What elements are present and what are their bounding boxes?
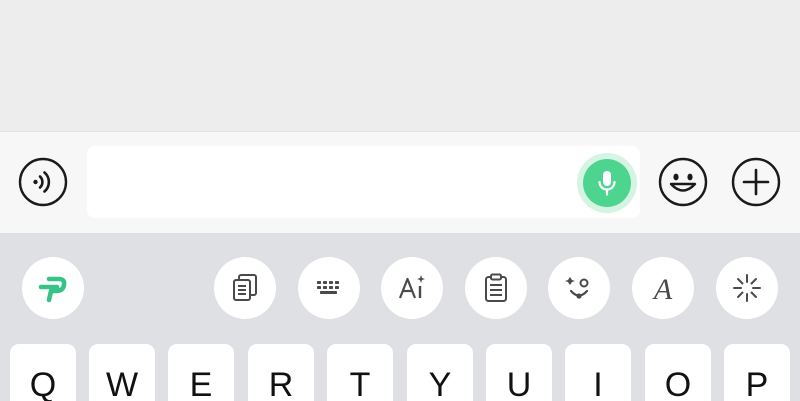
more-options-button[interactable] <box>731 157 781 207</box>
key-o[interactable]: O <box>645 344 711 401</box>
copy-tool-button[interactable] <box>214 257 276 319</box>
key-p[interactable]: P <box>724 344 790 401</box>
keyboard-icon <box>317 281 339 294</box>
input-bar <box>0 131 800 233</box>
message-text-field[interactable] <box>87 146 640 218</box>
svg-text:A: A <box>652 273 673 305</box>
smiley-face-icon <box>658 157 708 207</box>
key-y[interactable]: Y <box>407 344 473 401</box>
font-style-button[interactable]: A <box>632 257 694 319</box>
key-e[interactable]: E <box>168 344 234 401</box>
clipboard-button[interactable] <box>465 257 527 319</box>
emoji-button[interactable] <box>658 157 708 207</box>
message-input[interactable] <box>87 146 567 218</box>
key-u[interactable]: U <box>486 344 552 401</box>
key-i[interactable]: I <box>565 344 631 401</box>
voice-wave-icon <box>18 157 68 207</box>
font-style-icon: A <box>652 273 673 305</box>
green-p-logo-icon <box>38 276 67 303</box>
ai-text-icon <box>398 275 425 299</box>
voice-input-button[interactable] <box>18 157 68 207</box>
key-q[interactable]: Q <box>10 344 76 401</box>
keyboard-logo-button[interactable] <box>22 257 84 319</box>
chat-area <box>0 0 800 131</box>
keyboard: A Q W E R T Y U I O P <box>0 233 800 401</box>
more-tools-button[interactable] <box>716 257 778 319</box>
microphone-icon <box>598 171 616 196</box>
keyboard-switch-button[interactable] <box>298 257 360 319</box>
key-r[interactable]: R <box>248 344 314 401</box>
key-w[interactable]: W <box>89 344 155 401</box>
plus-circle-icon <box>731 157 781 207</box>
key-t[interactable]: T <box>327 344 393 401</box>
copy-document-icon <box>233 274 257 301</box>
microphone-button[interactable] <box>577 153 637 213</box>
ai-writing-button[interactable] <box>381 257 443 319</box>
face-emoticon-icon <box>565 277 589 299</box>
clipboard-icon <box>485 273 507 302</box>
sparkle-icon <box>733 274 761 302</box>
emoticon-button[interactable] <box>548 257 610 319</box>
